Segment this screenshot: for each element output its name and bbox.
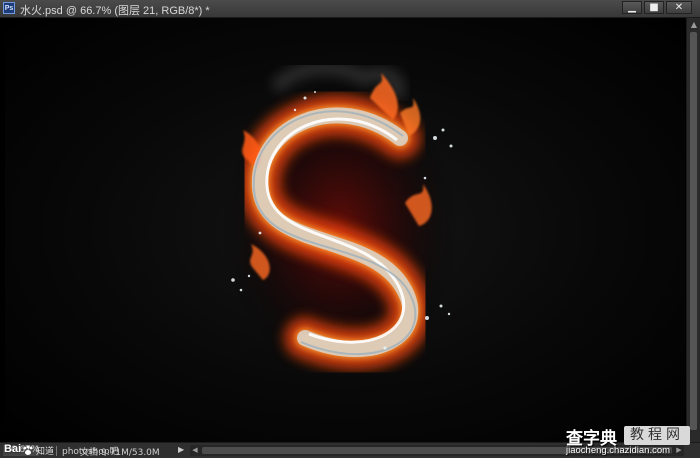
watermark-jiaochengwang: 教程网: [624, 426, 690, 445]
title-bar: Ps 水火.psd @ 66.7% (图层 21, RGB/8*) * ▁ ■ …: [0, 0, 700, 18]
watermark: 查字典 教程网 jiaocheng.chazidian.com: [566, 424, 696, 458]
document-title: 水火.psd @ 66.7% (图层 21, RGB/8*) *: [20, 5, 210, 17]
status-menu-arrow-icon[interactable]: ▶: [178, 445, 184, 454]
photoshop-icon: Ps: [3, 2, 15, 14]
document-size: 文档:9.71M/53.0M: [80, 448, 160, 458]
watermark-url: jiaocheng.chazidian.com: [566, 445, 671, 456]
scroll-left-icon[interactable]: ◀: [190, 445, 200, 456]
maximize-button[interactable]: ■: [644, 1, 664, 14]
vertical-scroll-thumb[interactable]: [690, 32, 697, 430]
minimize-button[interactable]: ▁: [622, 1, 642, 14]
close-button[interactable]: ✕: [666, 1, 692, 14]
baidu-paw-icon: [23, 445, 33, 455]
vertical-scrollbar[interactable]: ▲: [686, 18, 700, 442]
baidu-logo: Bai: [4, 443, 22, 455]
baidu-zhidao-text: 知道: [36, 447, 55, 457]
divider: [56, 446, 57, 456]
fire-water-s-artwork: [220, 61, 460, 378]
scroll-up-icon[interactable]: ▲: [689, 20, 699, 30]
document-canvas[interactable]: [5, 18, 685, 442]
